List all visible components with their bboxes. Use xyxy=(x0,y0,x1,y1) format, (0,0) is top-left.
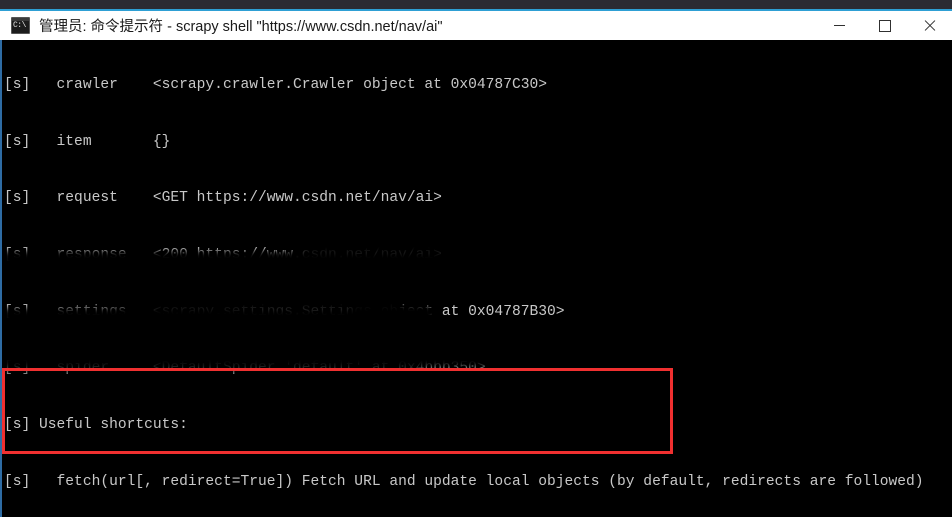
background-app-strip xyxy=(0,0,952,11)
window-controls xyxy=(817,11,952,40)
console-line: [s] request <GET https://www.csdn.net/na… xyxy=(4,190,442,207)
minimize-button[interactable] xyxy=(817,11,862,40)
console-text: [s] crawler <scrapy.crawler.Crawler obje… xyxy=(4,40,924,517)
close-icon xyxy=(924,20,936,32)
background-app-ghost-text xyxy=(640,0,654,6)
console-icon: C:\ xyxy=(11,17,30,34)
window-title: 管理员: 命令提示符 - scrapy shell "https://www.c… xyxy=(39,19,443,35)
maximize-icon xyxy=(878,19,891,32)
window-titlebar[interactable]: C:\ 管理员: 命令提示符 - scrapy shell "https://w… xyxy=(0,11,952,41)
console-line: [s] settings <scrapy.settings.Settings o… xyxy=(4,303,565,320)
console-line: [s] Useful shortcuts: xyxy=(4,417,188,434)
minimize-icon xyxy=(834,25,845,26)
close-button[interactable] xyxy=(907,11,952,40)
console-line: [s] spider <DefaultSpider 'default' at 0… xyxy=(4,360,486,377)
console-output-area[interactable]: [s] crawler <scrapy.crawler.Crawler obje… xyxy=(0,40,952,517)
console-icon-glyph: C:\ xyxy=(13,21,26,30)
console-line: [s] response <200 https://www.csdn.net/n… xyxy=(4,246,442,263)
console-line: [s] crawler <scrapy.crawler.Crawler obje… xyxy=(4,76,547,93)
console-line: [s] fetch(url[, redirect=True]) Fetch UR… xyxy=(4,473,924,490)
maximize-button[interactable] xyxy=(862,11,907,40)
console-line: [s] item {} xyxy=(4,133,171,150)
